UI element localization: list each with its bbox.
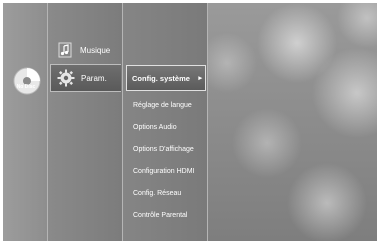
- left-status-column: No Disc: [3, 3, 48, 241]
- background-bokeh: [207, 3, 377, 241]
- disc-icon: [13, 67, 41, 95]
- menu-item-param[interactable]: Param.: [50, 64, 121, 92]
- settings-submenu-column: Config. système ▸ Réglage de langue Opti…: [123, 3, 208, 241]
- submenu-item-controle-parental[interactable]: Contrôle Parental: [133, 205, 194, 227]
- submenu-item-options-affichage[interactable]: Options D'affichage: [133, 139, 194, 161]
- menu-item-musique[interactable]: Musique: [50, 38, 120, 62]
- music-note-icon: [58, 42, 72, 58]
- submenu-item-reglage-de-langue[interactable]: Réglage de langue: [133, 95, 194, 117]
- submenu-item-label: Config. système: [132, 73, 190, 83]
- gear-icon: [57, 69, 75, 87]
- menu-item-label: Param.: [81, 73, 107, 83]
- submenu-list: Réglage de langue Options Audio Options …: [133, 95, 194, 227]
- chevron-right-icon: ▸: [198, 75, 202, 82]
- submenu-item-config-reseau[interactable]: Config. Réseau: [133, 183, 194, 205]
- main-menu-column: Musique Param.: [48, 3, 123, 241]
- tv-menu-screen: No Disc Musique Param. Config. système ▸…: [3, 3, 377, 241]
- disc-status-label: No Disc: [16, 84, 36, 90]
- submenu-item-config-systeme[interactable]: Config. système ▸: [126, 65, 206, 91]
- submenu-item-configuration-hdmi[interactable]: Configuration HDMI: [133, 161, 194, 183]
- submenu-item-options-audio[interactable]: Options Audio: [133, 117, 194, 139]
- menu-item-label: Musique: [80, 45, 111, 55]
